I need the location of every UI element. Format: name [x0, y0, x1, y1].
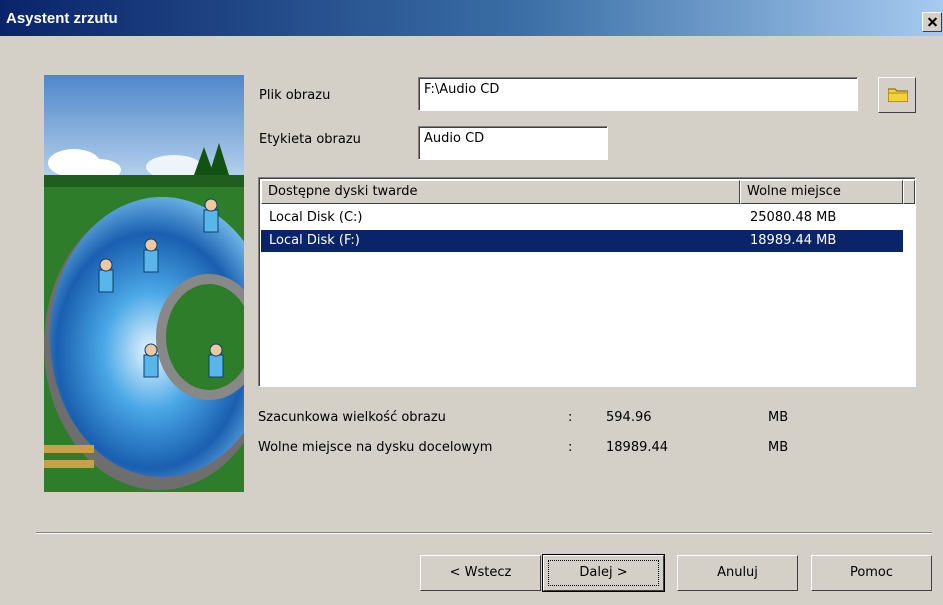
free-space-label: Wolne miejsce na dysku docelowym	[258, 440, 493, 455]
free-space-value: 18989.44	[606, 440, 669, 455]
estimated-size-value: 594.96	[606, 410, 652, 425]
disk-list[interactable]: Dostępne dyski twarde Wolne miejsce Loca…	[258, 177, 916, 387]
wizard-illustration	[44, 75, 244, 492]
column-header-free-space[interactable]: Wolne miejsce	[740, 180, 903, 204]
next-button[interactable]: Dalej >	[542, 554, 665, 592]
title-bar: Asystent zrzutu	[0, 0, 943, 36]
free-space-sep: :	[568, 440, 573, 455]
folder-icon	[888, 88, 908, 102]
back-button[interactable]: < Wstecz	[420, 555, 541, 591]
image-label-input[interactable]: Audio CD	[418, 126, 608, 160]
browse-button[interactable]	[878, 77, 916, 113]
estimated-size-unit: MB	[768, 410, 789, 425]
window-title: Asystent zrzutu	[6, 10, 118, 27]
free-space-unit: MB	[768, 440, 789, 455]
help-button[interactable]: Pomoc	[811, 555, 932, 591]
disk-name: Local Disk (C:)	[269, 210, 363, 225]
column-header-filler	[903, 180, 915, 204]
button-separator	[36, 532, 932, 534]
disk-list-header: Dostępne dyski twarde Wolne miejsce	[261, 180, 915, 204]
disk-name: Local Disk (F:)	[269, 233, 360, 248]
disk-row-f[interactable]: Local Disk (F:) 18989.44 MB	[261, 230, 903, 252]
column-header-disk[interactable]: Dostępne dyski twarde	[261, 180, 740, 204]
disk-free: 18989.44 MB	[750, 233, 837, 248]
image-file-label: Plik obrazu	[259, 88, 331, 103]
disk-row-c[interactable]: Local Disk (C:) 25080.48 MB	[261, 207, 903, 229]
cancel-button[interactable]: Anuluj	[677, 555, 798, 591]
estimated-size-sep: :	[568, 410, 573, 425]
disk-free: 25080.48 MB	[750, 210, 837, 225]
estimated-size-label: Szacunkowa wielkość obrazu	[258, 410, 446, 425]
focus-rect	[548, 560, 659, 586]
close-button[interactable]	[922, 12, 942, 32]
image-label-label: Etykieta obrazu	[259, 132, 361, 147]
image-file-input[interactable]: F:\Audio CD	[418, 77, 858, 111]
